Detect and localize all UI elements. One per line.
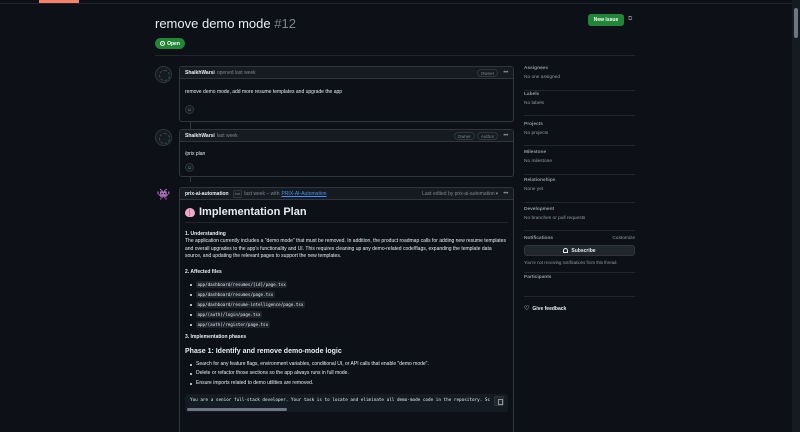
comment-author[interactable]: prix-ai-automation (185, 191, 229, 197)
comment-header: ShaikhWarsi opened last week Owner ••• (180, 67, 513, 79)
status-badge: Open (155, 38, 185, 49)
sidebar-development[interactable]: Development No branches or pull requests (524, 207, 635, 231)
section-text-understanding: The application currently includes a "de… (185, 238, 506, 259)
sidebar-heading[interactable]: Labels (524, 92, 635, 97)
new-issue-button[interactable]: New issue (588, 14, 624, 26)
page-scrollbar[interactable] (792, 0, 800, 432)
copy-link-icon[interactable]: ⧉ (628, 16, 635, 23)
list-item: app/(auth)/login/page.tsx (185, 310, 508, 320)
owner-badge: Owner (476, 68, 499, 77)
sidebar-heading[interactable]: Development (524, 207, 635, 212)
issue-body-comment: ShaikhWarsi opened last week Owner ••• r… (179, 66, 514, 122)
avatar[interactable] (155, 129, 172, 146)
section-heading-files: 2. Affected files (185, 268, 222, 275)
sidebar-value: No labels (524, 101, 544, 106)
bot-comment: prix-ai-automation bot last week – with … (179, 187, 514, 432)
brain-icon (185, 207, 195, 217)
comment-timestamp[interactable]: last week (217, 133, 238, 139)
plan-body: Implementation Plan 1. Understanding The… (180, 200, 513, 412)
phase-task-list: Search for any feature flags, environmen… (185, 360, 508, 389)
file-path: app/dashboard/resumes/page.tsx (196, 290, 275, 298)
file-path: app/(auth)/login/page.tsx (196, 310, 263, 318)
sidebar-projects[interactable]: Projects No projects (524, 122, 635, 146)
app-link[interactable]: PRIX-AI-Automation (281, 191, 326, 197)
phase-heading: Phase 1: Identify and remove demo-mode l… (185, 347, 342, 355)
owner-badge: Owner (453, 131, 475, 140)
file-path: app/dashboard/resume-intelligence/page.t… (196, 300, 305, 308)
customize-link[interactable]: Customize (612, 236, 635, 241)
sidebar-value: No branches or pull requests (524, 216, 586, 221)
copy-icon[interactable] (494, 396, 504, 406)
issue-title: remove demo mode #12 (155, 16, 296, 31)
comment: ShaikhWarsi last week Owner Author ••• /… (179, 129, 514, 177)
file-path: app/(auth)/register/page.tsx (196, 320, 270, 328)
bot-avatar[interactable]: 👾 (155, 187, 172, 204)
comment-header: ShaikhWarsi last week Owner Author ••• (180, 130, 513, 142)
status-badge-label: Open (167, 40, 180, 47)
bot-label: bot (232, 189, 243, 198)
add-reaction-icon[interactable]: ☺ (185, 105, 194, 114)
plan-title: Implementation Plan (199, 206, 307, 218)
sidebar-heading[interactable]: Assignees (524, 66, 635, 71)
heart-icon: ♡ (524, 306, 530, 312)
sidebar-heading[interactable]: Relationships (524, 178, 635, 183)
comment-body: remove demo mode, add more resume templa… (185, 89, 343, 95)
give-feedback-link[interactable]: ♡ Give feedback (524, 305, 567, 313)
sidebar-labels[interactable]: Labels No labels (524, 92, 635, 116)
avatar[interactable] (155, 66, 172, 83)
issue-title-text: remove demo mode (155, 16, 271, 31)
list-item: app/(auth)/register/page.tsx (185, 320, 508, 330)
chevron-down-icon[interactable]: ▾ (496, 191, 499, 197)
section-heading-phases: 3. Implementation phases (185, 333, 247, 340)
file-path: app/dashboard/resumes/[id]/page.tsx (196, 280, 288, 288)
top-navigation-strip (0, 0, 800, 4)
subscribe-label: Subscribe (571, 247, 596, 254)
comment-header: prix-ai-automation bot last week – with … (180, 188, 513, 200)
code-block: You are a senior full-stack developer. Y… (185, 394, 508, 412)
bell-icon (563, 248, 569, 253)
add-reaction-icon[interactable]: ☺ (185, 163, 194, 172)
notifications-note: You're not receiving notifications from … (524, 260, 618, 265)
scrollbar-thumb[interactable] (794, 8, 798, 38)
sidebar-milestone[interactable]: Milestone No milestone (524, 150, 635, 175)
feedback-label: Give feedback (532, 305, 567, 312)
section-heading-understanding: 1. Understanding (185, 231, 226, 237)
issue-number: #12 (274, 16, 296, 31)
list-item: app/dashboard/resume-intelligence/page.t… (185, 300, 508, 310)
sidebar-heading[interactable]: Milestone (524, 150, 635, 155)
list-item: app/dashboard/resumes/[id]/page.tsx (185, 280, 508, 290)
sidebar-heading[interactable]: Projects (524, 122, 635, 127)
sidebar-assignees[interactable]: Assignees No one assigned (524, 66, 635, 91)
comment-timestamp[interactable]: last week – with (244, 191, 279, 197)
list-item: Delete or refactor those sections so the… (185, 369, 508, 379)
sidebar-relationships[interactable]: Relationships None yet (524, 178, 635, 203)
sidebar-notifications: Notifications Customize Subscribe You're… (524, 236, 635, 273)
author-badge: Author (476, 131, 499, 140)
list-item: Ensure imports related to demo utilities… (185, 379, 508, 389)
sidebar-value: No milestone (524, 159, 552, 164)
comment-author[interactable]: ShaikhWarsi (185, 133, 215, 139)
comment-body: /prix plan (185, 151, 206, 157)
plan-heading: Implementation Plan (185, 206, 508, 223)
comment-timestamp[interactable]: opened last week (217, 70, 256, 76)
more-options-icon[interactable]: ••• (503, 133, 508, 139)
issue-open-icon (160, 41, 166, 46)
sidebar-value: No projects (524, 131, 549, 136)
header-divider (155, 55, 635, 56)
code-scrollbar[interactable] (187, 408, 287, 411)
subscribe-button[interactable]: Subscribe (524, 245, 635, 256)
sidebar-value: None yet (524, 187, 544, 192)
sidebar-heading: Participants (524, 275, 552, 280)
list-item: app/dashboard/resumes/page.tsx (185, 290, 508, 300)
active-tab-indicator (39, 0, 79, 3)
comment-author[interactable]: ShaikhWarsi (185, 70, 215, 76)
code-text: You are a senior full-stack developer. Y… (190, 398, 491, 403)
sidebar-value: No one assigned (524, 75, 561, 80)
more-options-icon[interactable]: ••• (503, 70, 508, 76)
edited-label[interactable]: Last edited by prix-ai-automation (422, 191, 495, 197)
more-options-icon[interactable]: ••• (503, 191, 508, 197)
list-item: Search for any feature flags, environmen… (185, 360, 508, 370)
affected-files-list: app/dashboard/resumes/[id]/page.tsx app/… (185, 280, 508, 330)
sidebar-participants: Participants (524, 275, 635, 297)
